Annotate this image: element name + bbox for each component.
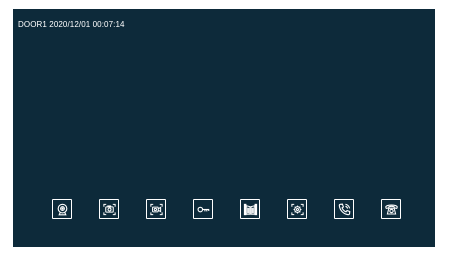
snapshot-icon (102, 203, 116, 215)
intercom-phone-icon (384, 204, 398, 215)
record-icon (149, 203, 163, 215)
gate-button[interactable] (240, 199, 260, 219)
phone-icon (338, 203, 350, 215)
intercom-button[interactable] (381, 199, 401, 219)
door-timestamp-label: DOOR1 2020/12/01 00:07:14 (18, 20, 125, 29)
answer-call-button[interactable] (334, 199, 354, 219)
settings-button[interactable] (287, 199, 307, 219)
monitor-button[interactable] (52, 199, 72, 219)
unlock-button[interactable] (193, 199, 213, 219)
gate-icon (243, 203, 257, 215)
video-screen: DOOR1 2020/12/01 00:07:14 (13, 9, 435, 247)
snapshot-button[interactable] (99, 199, 119, 219)
camera-icon (57, 203, 67, 215)
settings-icon (290, 203, 304, 215)
record-button[interactable] (146, 199, 166, 219)
key-icon (196, 206, 209, 212)
